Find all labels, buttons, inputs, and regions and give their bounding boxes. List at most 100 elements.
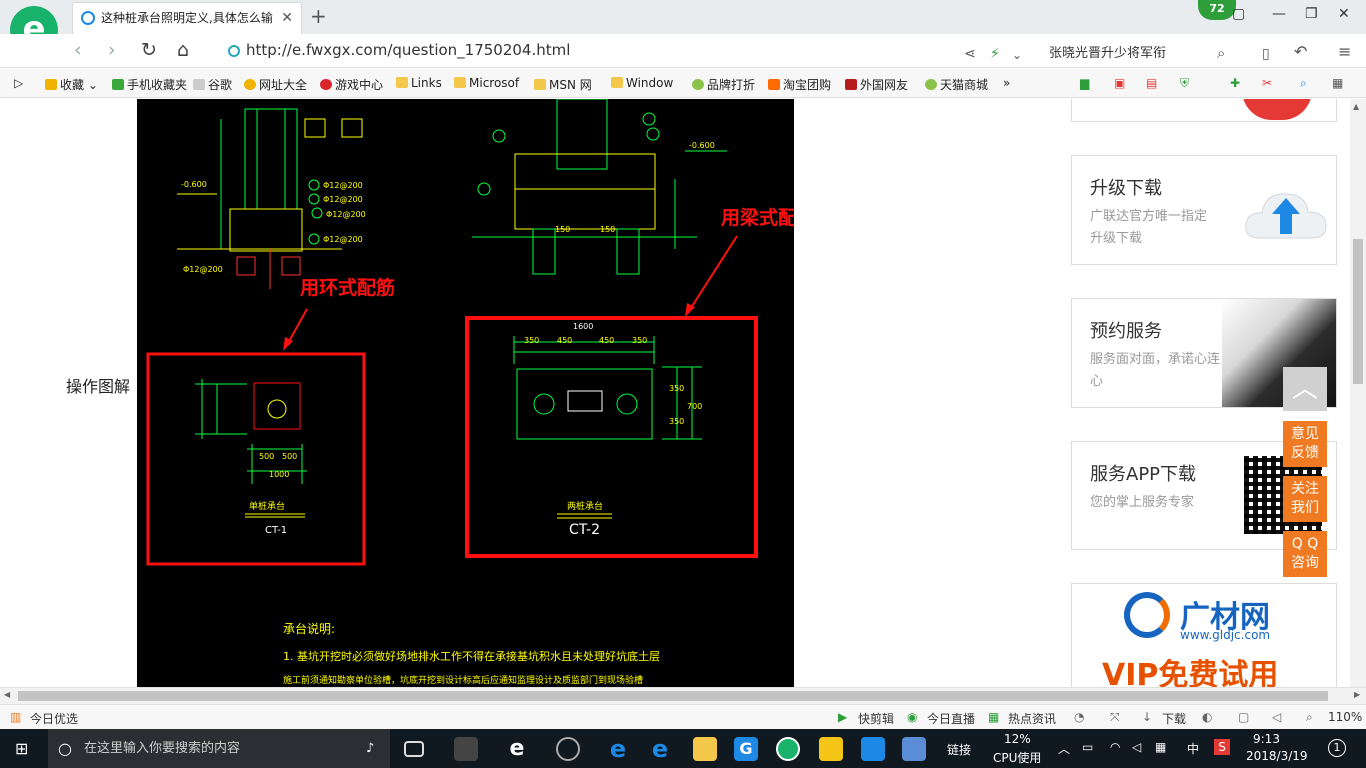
share-icon[interactable]: ⋖ <box>964 43 976 65</box>
windows-start-icon[interactable]: ⊞ <box>15 739 28 758</box>
rebar-text: Φ12@200 <box>323 195 363 204</box>
scroll-right-icon[interactable]: ▶ <box>1354 690 1360 699</box>
bookmark-item[interactable]: Microsof <box>454 76 519 90</box>
ad-card[interactable]: 广材网 www.gldjc.com VIP免费试用 <box>1071 583 1337 687</box>
scissors-icon[interactable]: ✂ <box>1262 76 1272 90</box>
bookmark-item[interactable]: Links <box>396 76 442 90</box>
ct2-vtotal: 700 <box>687 402 702 411</box>
bookmark-item[interactable]: 淘宝团购 <box>768 76 831 93</box>
promo-card-top[interactable] <box>1071 99 1337 122</box>
sound-icon[interactable]: ◁ <box>1272 710 1281 724</box>
mic-icon[interactable]: ♪ <box>366 729 374 768</box>
new-tab-button[interactable]: + <box>310 4 327 28</box>
close-window-icon[interactable]: ✕ <box>1338 6 1350 22</box>
status-item[interactable]: 热点资讯 <box>1008 710 1056 727</box>
wifi-icon[interactable]: ◠ <box>1110 740 1120 754</box>
clean-icon[interactable]: ◐ <box>1202 710 1212 724</box>
bookmark-item[interactable]: MSN 网 <box>534 76 592 93</box>
chevron-down-icon[interactable]: ⌄ <box>1012 44 1022 66</box>
ie-icon[interactable]: e <box>648 737 672 761</box>
sogou-icon[interactable]: S <box>1214 739 1230 755</box>
bookmark-item[interactable]: 收藏 ⌄ <box>45 76 98 93</box>
back-icon[interactable]: ‹ <box>74 39 82 61</box>
bookmark-item[interactable]: 天猫商城 <box>925 76 988 93</box>
window-icon[interactable]: ▢ <box>1238 710 1249 724</box>
notification-badge[interactable]: 72 <box>1198 0 1236 20</box>
browser-taskbar-icon[interactable] <box>776 737 800 761</box>
sidebar-toggle-icon[interactable]: ▷ <box>14 76 23 90</box>
follow-button[interactable]: 关注我们 <box>1283 476 1327 522</box>
minimize-icon[interactable]: — <box>1272 6 1286 22</box>
taobao-icon <box>768 79 780 90</box>
menu-icon[interactable]: ≡ <box>1338 41 1351 63</box>
plus-app-icon[interactable] <box>861 737 885 761</box>
feedback-button[interactable]: 意见反馈 <box>1283 421 1327 467</box>
tray-up-icon[interactable]: ︿ <box>1058 740 1070 757</box>
speed-icon[interactable]: ◔ <box>1074 710 1084 724</box>
bookmark-item[interactable]: 谷歌 <box>193 76 232 93</box>
today-picks-link[interactable]: 今日优选 <box>30 710 78 727</box>
scroll-left-icon[interactable]: ◀ <box>4 690 10 699</box>
search-icon[interactable]: ⌕ <box>1300 76 1307 91</box>
bookmark-item[interactable]: Window <box>611 76 673 90</box>
edge-icon[interactable]: e <box>606 737 630 761</box>
reader-icon[interactable]: ▆ <box>1080 76 1089 90</box>
horizontal-scrollbar[interactable]: ◀ ▶ <box>0 687 1366 704</box>
home-icon[interactable]: ⌂ <box>177 39 189 61</box>
fan-app-icon[interactable] <box>454 737 478 761</box>
tv-icon[interactable]: ▣ <box>1114 76 1125 90</box>
undo-icon[interactable]: ↶ <box>1294 41 1307 63</box>
plus-icon[interactable]: ✚ <box>1230 76 1240 90</box>
ime-indicator[interactable]: 中 <box>1187 740 1199 757</box>
bookmark-item[interactable]: 外国网友 <box>845 76 908 93</box>
download-link[interactable]: 下载 <box>1162 710 1186 727</box>
bookmark-item[interactable]: 游戏中心 <box>320 76 383 93</box>
bookmark-item[interactable]: 品牌打折 <box>692 76 755 93</box>
refresh-icon[interactable]: ↻ <box>141 39 157 61</box>
forward-icon[interactable]: › <box>108 39 116 61</box>
notification-center-icon[interactable]: 1 <box>1328 739 1346 757</box>
task-view-icon[interactable] <box>404 741 424 757</box>
tab-close-icon[interactable]: ✕ <box>281 3 293 33</box>
links-label[interactable]: 链接 <box>947 741 971 758</box>
grid-menu-icon[interactable]: ▦ <box>1332 76 1343 90</box>
search-icon[interactable]: ⌕ <box>1217 42 1225 64</box>
url-text[interactable]: http://e.fwxgx.com/question_1750204.html <box>246 41 570 59</box>
battery-icon[interactable]: ▭ <box>1082 740 1093 754</box>
bookmark-item[interactable]: 手机收藏夹 <box>112 76 187 93</box>
maximize-icon[interactable]: ❐ <box>1305 6 1318 22</box>
clock-time[interactable]: 9:13 <box>1253 732 1280 746</box>
edge-legacy-icon[interactable]: e <box>505 737 529 761</box>
swirl-app-icon[interactable] <box>556 737 580 761</box>
file-explorer-icon[interactable] <box>693 737 717 761</box>
bookmark-item[interactable]: 网址大全 <box>244 76 307 93</box>
horizontal-scroll-thumb[interactable] <box>18 691 1328 701</box>
clock-date[interactable]: 2018/3/19 <box>1246 749 1308 763</box>
skin-icon[interactable]: ▢ <box>1232 6 1245 22</box>
qq-button[interactable]: Q Q咨询 <box>1283 531 1327 577</box>
status-item[interactable]: 今日直播 <box>927 710 975 727</box>
volume-icon[interactable]: ◁ <box>1132 740 1141 754</box>
upgrade-card[interactable]: 升级下载 广联达官方唯一指定升级下载 <box>1071 155 1337 265</box>
notes-app-icon[interactable] <box>819 737 843 761</box>
keyboard-icon[interactable]: ▦ <box>1155 740 1166 754</box>
zoom-level[interactable]: 110% <box>1328 710 1362 724</box>
phone-icon[interactable]: ▯ <box>1262 43 1270 65</box>
scroll-up-icon[interactable]: ▲ <box>1353 102 1359 111</box>
tools-icon[interactable]: ⤧ <box>1110 710 1120 725</box>
tab-active[interactable]: 这种桩承台照明定义,具体怎么输 ✕ <box>72 2 302 34</box>
discount-icon[interactable]: ▤ <box>1146 76 1157 90</box>
lightning-icon[interactable]: ⚡ <box>990 43 1000 65</box>
clipboard-app-icon[interactable] <box>902 737 926 761</box>
page-favicon-icon <box>81 11 95 25</box>
taskbar-search[interactable]: ○ 在这里输入你要搜索的内容 ♪ <box>48 729 390 768</box>
shield-icon[interactable]: ⛨ <box>1180 76 1189 91</box>
glodon-app-icon[interactable]: G <box>734 737 758 761</box>
more-bookmarks-icon[interactable]: » <box>1003 76 1010 90</box>
zoom-icon[interactable]: ⌕ <box>1306 710 1313 725</box>
back-to-top-button[interactable]: ︿ <box>1283 367 1327 411</box>
vertical-scrollbar[interactable]: ▲ <box>1350 99 1366 687</box>
hot-search-text[interactable]: 张晓光晋升少将军衔 <box>1049 42 1166 61</box>
vertical-scroll-thumb[interactable] <box>1353 239 1363 384</box>
status-item[interactable]: 快剪辑 <box>858 710 894 727</box>
